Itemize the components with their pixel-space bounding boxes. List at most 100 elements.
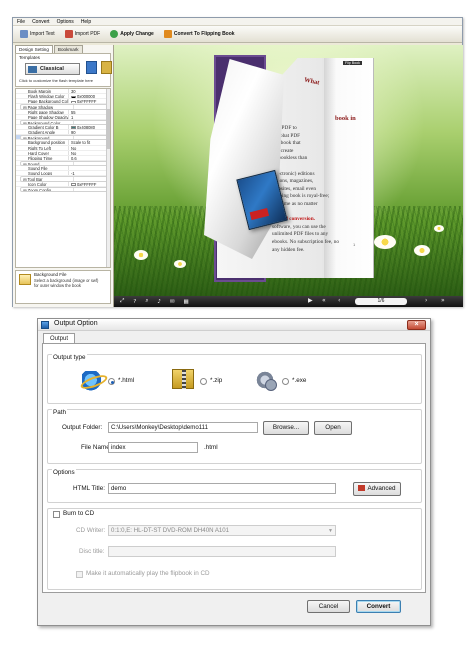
properties-grid: Book Margin 30 Flash Window Color 0x000000 P… [15,88,111,268]
property-name: ⊟ Page Shadow [23,105,54,109]
open-button[interactable]: Open [314,421,352,435]
zoom-icon[interactable]: ⌕ [145,298,148,305]
property-name: Sound Loops [28,171,53,176]
property-value[interactable]: 0xFFFFFF [68,181,110,186]
flower-decoration [174,260,186,268]
output-folder-input[interactable]: C:\Users\Monkey\Desktop\demo111 [108,422,258,433]
flower-decoration [134,250,148,260]
html-radio[interactable] [108,378,115,385]
exe-radio[interactable] [282,378,289,385]
output-tab-panel: Output type *.html *.zip *.exe Path Outp… [42,343,426,593]
page-line [272,163,372,171]
thumbnail-icon[interactable]: ▦ [184,299,189,305]
autoplay-checkbox[interactable] [76,571,83,578]
property-name: Background position [28,140,66,145]
color-swatch [71,182,76,186]
property-value[interactable] [68,166,110,171]
property-row[interactable]: ⊟ Zoom Config [20,186,110,192]
next-page-icon[interactable]: › [425,297,427,304]
apply-change-label: Apply Change [120,31,154,37]
close-button[interactable]: × [407,320,426,330]
property-name: ⊟ Zoom Config [23,187,52,191]
property-row[interactable]: ⊟ Page Shadow [20,104,110,110]
property-name: ⊟ Tool Bar [23,177,43,181]
sound-icon[interactable]: ♪ [157,299,161,305]
import-pdf-button[interactable]: Import PDF [62,28,104,40]
previous-page-icon[interactable]: ‹ [338,297,340,304]
exe-icon [254,370,277,391]
properties-scrollbar[interactable] [106,89,110,267]
apply-change-button[interactable]: Apply Change [107,28,157,40]
dialog-title: Output Option [54,320,98,327]
page-line: flip book that [272,140,301,147]
cancel-button[interactable]: Cancel [307,600,350,613]
property-value[interactable]: -1 [68,171,110,176]
dialog-titlebar[interactable]: Output Option × [38,319,430,331]
flip-book-tag: Flip Book [343,61,362,65]
property-value[interactable]: 30 [68,89,110,94]
tab-output[interactable]: Output [43,333,76,343]
flipbook-app-window: File Convert Options Help Import Text Im… [12,17,463,307]
page-indicator[interactable]: 1/6 [355,298,407,305]
zip-radio[interactable] [200,378,207,385]
page-number: 1 [353,242,356,247]
file-name-input[interactable]: index [108,442,198,453]
menu-help[interactable]: Help [81,19,91,25]
browse-button[interactable]: Browse... [263,421,309,435]
template-customize-icon[interactable] [86,61,97,74]
html-title-input[interactable]: demo [108,483,336,494]
zip-option-label[interactable]: *.zip [210,377,222,384]
email-icon[interactable]: ✉ [170,299,175,305]
import-text-button[interactable]: Import Text [17,28,58,40]
property-row[interactable]: ⊟ Sound [20,160,110,167]
page-text: The PDF to Acrobat PDF flip book that can c… [272,125,372,254]
property-value[interactable]: No [68,145,110,150]
advanced-button[interactable]: Advanced [353,482,401,496]
property-row[interactable]: ⊟ Background Color [20,119,110,125]
property-value[interactable]: Scale to fit [68,140,110,145]
property-value[interactable]: 0x000000 [68,94,110,99]
property-value[interactable]: 55 [68,109,110,114]
help-icon[interactable]: ? [133,299,136,305]
autoplay-icon[interactable]: ▶ [308,297,313,304]
cd-writer-select[interactable]: 0:1:0,E: HL-DT-ST DVD-ROM DH40N A101 ▼ [108,525,336,536]
tab-design-setting[interactable]: Design Setting [15,45,53,53]
last-page-icon[interactable]: » [441,297,445,304]
convert-flipbook-button[interactable]: Convert To Flipping Book [161,28,238,40]
property-value[interactable]: 90 [68,130,110,135]
tab-bookmark[interactable]: Bookmark [53,45,83,53]
burn-to-cd-label[interactable]: Burn to CD [63,510,94,517]
html-option-label[interactable]: *.html [118,377,134,384]
menu-convert[interactable]: Convert [32,19,50,25]
menu-file[interactable]: File [17,19,25,25]
property-name: Right page Shadow [28,109,64,114]
template-select[interactable]: Classical [25,63,80,75]
property-value[interactable]: 0xFFFFFF [68,99,110,104]
file-name-label: File Name: [81,444,112,451]
property-value[interactable]: 1 [68,114,110,119]
flower-decoration [414,245,430,256]
exe-option-label[interactable]: *.exe [292,377,306,384]
convert-button[interactable]: Convert [356,600,401,613]
burn-to-cd-checkbox[interactable] [53,511,60,518]
apply-change-icon [110,30,119,38]
properties-scroll-thumb[interactable] [106,109,110,149]
disc-title-input[interactable] [108,546,336,557]
description-text: Select a background (image or swf) for o… [34,278,99,288]
property-row[interactable]: Icon Color 0xFFFFFF [16,181,110,187]
cd-writer-value: 0:1:0,E: HL-DT-ST DVD-ROM DH40N A101 [111,527,230,534]
page-line: (electronic) editions [272,170,315,177]
template-save-icon[interactable] [101,61,112,74]
flipbook-preview[interactable]: Flip Book What book in The PDF to Acrobat… [114,45,463,296]
property-row[interactable]: ⊟ Background [20,135,110,141]
property-value[interactable]: 0.6 [68,155,110,160]
color-swatch [71,126,76,130]
description-title: Background File [34,272,67,277]
property-name: ⊟ Background [23,136,50,140]
property-row[interactable]: ⊟ Tool Bar [20,176,110,182]
first-page-icon[interactable]: « [322,297,326,304]
property-value[interactable]: 0x408080 [68,124,110,130]
menu-options[interactable]: Options [57,19,74,25]
property-value[interactable]: No [68,150,110,155]
fullscreen-icon[interactable]: ⤢ [120,298,124,305]
